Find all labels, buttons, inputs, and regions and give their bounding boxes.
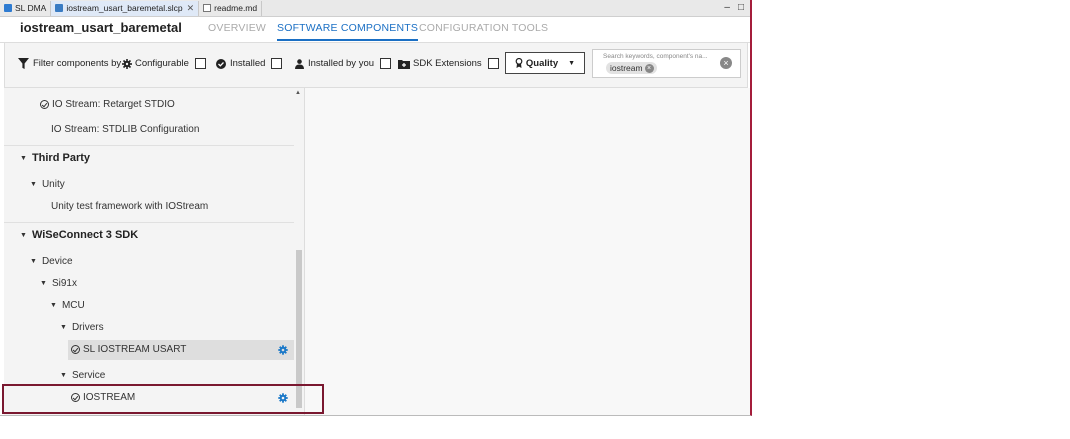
tree-item-label: Device [41, 256, 73, 267]
tab-label: readme.md [214, 3, 258, 13]
tree-item-label: Drivers [71, 322, 104, 333]
configurable-checkbox[interactable] [194, 58, 206, 69]
project-title: iostream_usart_baremetal [20, 20, 182, 35]
tree-item-label: IO Stream: STDLIB Configuration [51, 124, 200, 135]
search-chip-label: iostream [610, 63, 643, 73]
tree-item-label: MCU [61, 300, 85, 311]
dma-file-icon [4, 4, 12, 12]
window-controls: – □ [724, 2, 744, 13]
markdown-file-icon [203, 4, 212, 12]
installed-check-icon [71, 345, 80, 354]
quality-label: Quality [525, 57, 559, 69]
tree-item-label: Unity test framework with IOStream [51, 201, 209, 212]
funnel-icon [18, 58, 29, 69]
highlight-box [2, 384, 324, 414]
tree-item-label: IO Stream: Retarget STDIO [52, 99, 175, 110]
search-chip[interactable]: iostream × [606, 62, 657, 74]
tree-item-unity-framework[interactable]: Unity test framework with IOStream [51, 201, 208, 212]
tree-item-service[interactable]: ▼ Service [60, 370, 105, 381]
tree-item-retarget-stdio[interactable]: IO Stream: Retarget STDIO [40, 99, 175, 110]
quality-dropdown[interactable]: Quality ▼ [505, 52, 585, 74]
chevron-down-icon: ▼ [50, 302, 57, 309]
tree-item-label: Unity [41, 179, 65, 190]
project-header: iostream_usart_baremetal OVERVIEW SOFTWA… [0, 16, 750, 43]
installed-by-you-label: Installed by you [308, 58, 375, 69]
tree-item-device[interactable]: ▼ Device [30, 256, 73, 267]
sdk-extensions-checkbox[interactable] [487, 58, 499, 69]
tree-item-mcu[interactable]: ▼ MCU [50, 300, 85, 311]
category-label: WiSeConnect 3 SDK [31, 229, 139, 241]
tree-item-label: Si91x [51, 278, 77, 289]
search-placeholder: Search keywords, component's na... [603, 53, 708, 60]
clear-search-icon[interactable]: × [720, 57, 732, 69]
installed-by-you-checkbox[interactable] [380, 58, 392, 69]
tree-item-stdlib-config[interactable]: IO Stream: STDLIB Configuration [51, 124, 199, 135]
gear-icon [122, 58, 132, 69]
user-icon [295, 58, 304, 69]
chevron-down-icon: ▼ [20, 231, 27, 239]
divider [4, 222, 294, 223]
tree-category-wiseconnect[interactable]: ▼ WiSeConnect 3 SDK [20, 229, 138, 241]
tree-item-unity[interactable]: ▼ Unity [30, 179, 65, 190]
installed-checkbox[interactable] [271, 58, 283, 69]
slcp-file-icon [55, 4, 64, 12]
chip-remove-icon[interactable]: × [644, 63, 654, 73]
divider [4, 145, 294, 146]
tab-label: SL DMA [15, 3, 47, 13]
filter-installed[interactable]: Installed [216, 58, 283, 69]
tree-item-label: Service [71, 370, 106, 381]
tree-item-label: SL IOSTREAM USART [83, 344, 187, 355]
tree-item-sl-iostream-usart[interactable]: SL IOSTREAM USART [71, 344, 186, 355]
tree-item-si91x[interactable]: ▼ Si91x [40, 278, 77, 289]
filter-installed-by-you[interactable]: Installed by you [295, 58, 392, 69]
tree-category-third-party[interactable]: ▼ Third Party [20, 152, 90, 164]
component-tree: IO Stream: Retarget STDIO IO Stream: STD… [4, 88, 305, 415]
category-label: Third Party [31, 152, 91, 164]
application-window: SL DMA iostream_usart_baremetal.slcp ✕ r… [0, 0, 752, 416]
folder-plus-icon [398, 59, 410, 69]
filter-sdk-extensions[interactable]: SDK Extensions [398, 58, 499, 69]
chevron-down-icon: ▼ [20, 154, 27, 162]
search-input[interactable]: Search keywords, component's na... iostr… [592, 49, 741, 78]
filter-label-text: Filter components by [33, 58, 122, 69]
tab-overview[interactable]: OVERVIEW [208, 22, 266, 34]
tab-configuration-tools[interactable]: CONFIGURATION TOOLS [419, 22, 548, 34]
tab-slcp[interactable]: iostream_usart_baremetal.slcp ✕ [51, 0, 200, 16]
chevron-down-icon: ▼ [30, 181, 37, 188]
gear-icon[interactable] [278, 345, 288, 355]
chevron-down-icon: ▼ [30, 258, 37, 265]
scroll-up-arrow-icon[interactable]: ▲ [295, 90, 301, 96]
tab-label: iostream_usart_baremetal.slcp [66, 3, 183, 13]
installed-label: Installed [230, 58, 266, 69]
maximize-button[interactable]: □ [738, 2, 744, 13]
minimize-button[interactable]: – [724, 2, 730, 13]
filter-configurable[interactable]: Configurable [122, 58, 206, 69]
chevron-down-icon: ▼ [60, 324, 67, 331]
tab-readme[interactable]: readme.md [199, 0, 263, 16]
tree-item-drivers[interactable]: ▼ Drivers [60, 322, 104, 333]
tab-software-components[interactable]: SOFTWARE COMPONENTS [277, 22, 419, 41]
file-tab-bar: SL DMA iostream_usart_baremetal.slcp ✕ r… [0, 0, 750, 17]
ribbon-icon [515, 58, 523, 68]
chevron-down-icon: ▼ [60, 372, 67, 379]
chevron-down-icon: ▼ [568, 59, 576, 67]
configurable-label: Configurable [135, 58, 189, 69]
component-details-pane [305, 88, 750, 415]
sdk-extensions-label: SDK Extensions [413, 58, 482, 69]
filter-label: Filter components by [18, 58, 121, 69]
filter-bar: Filter components by Configurable Instal… [4, 42, 748, 88]
check-circle-icon [216, 58, 226, 69]
close-icon[interactable]: ✕ [187, 3, 195, 14]
tab-sl-dma[interactable]: SL DMA [0, 0, 52, 16]
installed-check-icon [40, 100, 49, 109]
chevron-down-icon: ▼ [40, 280, 47, 287]
